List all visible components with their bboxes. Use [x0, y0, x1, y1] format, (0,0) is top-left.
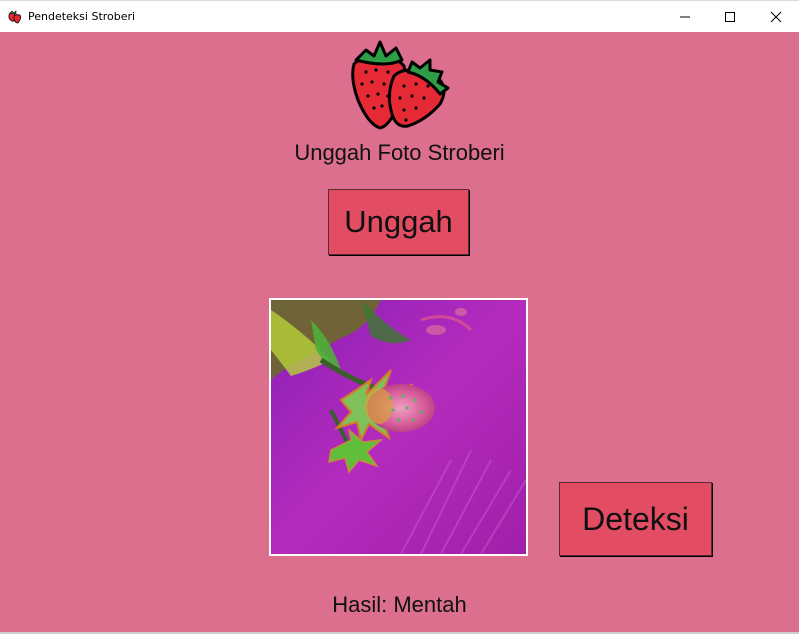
app-window: Pendeteksi Stroberi Unggah Foto Stroberi…	[0, 0, 799, 634]
strawberry-photo	[271, 300, 526, 554]
window-title: Pendeteksi Stroberi	[28, 10, 136, 23]
detect-button[interactable]: Deteksi	[559, 482, 712, 556]
image-preview	[269, 298, 528, 556]
page-heading: Unggah Foto Stroberi	[294, 140, 505, 165]
strawberry-icon	[8, 10, 22, 24]
minimize-button[interactable]	[662, 1, 708, 32]
upload-button[interactable]: Unggah	[328, 189, 469, 255]
minimize-icon	[680, 16, 690, 17]
maximize-icon	[725, 11, 735, 22]
strawberries-icon	[351, 40, 450, 130]
maximize-button[interactable]	[707, 1, 753, 32]
close-icon	[770, 11, 782, 22]
close-button[interactable]	[753, 1, 799, 32]
title-bar[interactable]: Pendeteksi Stroberi	[0, 0, 799, 32]
result-label: Hasil: Mentah	[332, 592, 467, 617]
